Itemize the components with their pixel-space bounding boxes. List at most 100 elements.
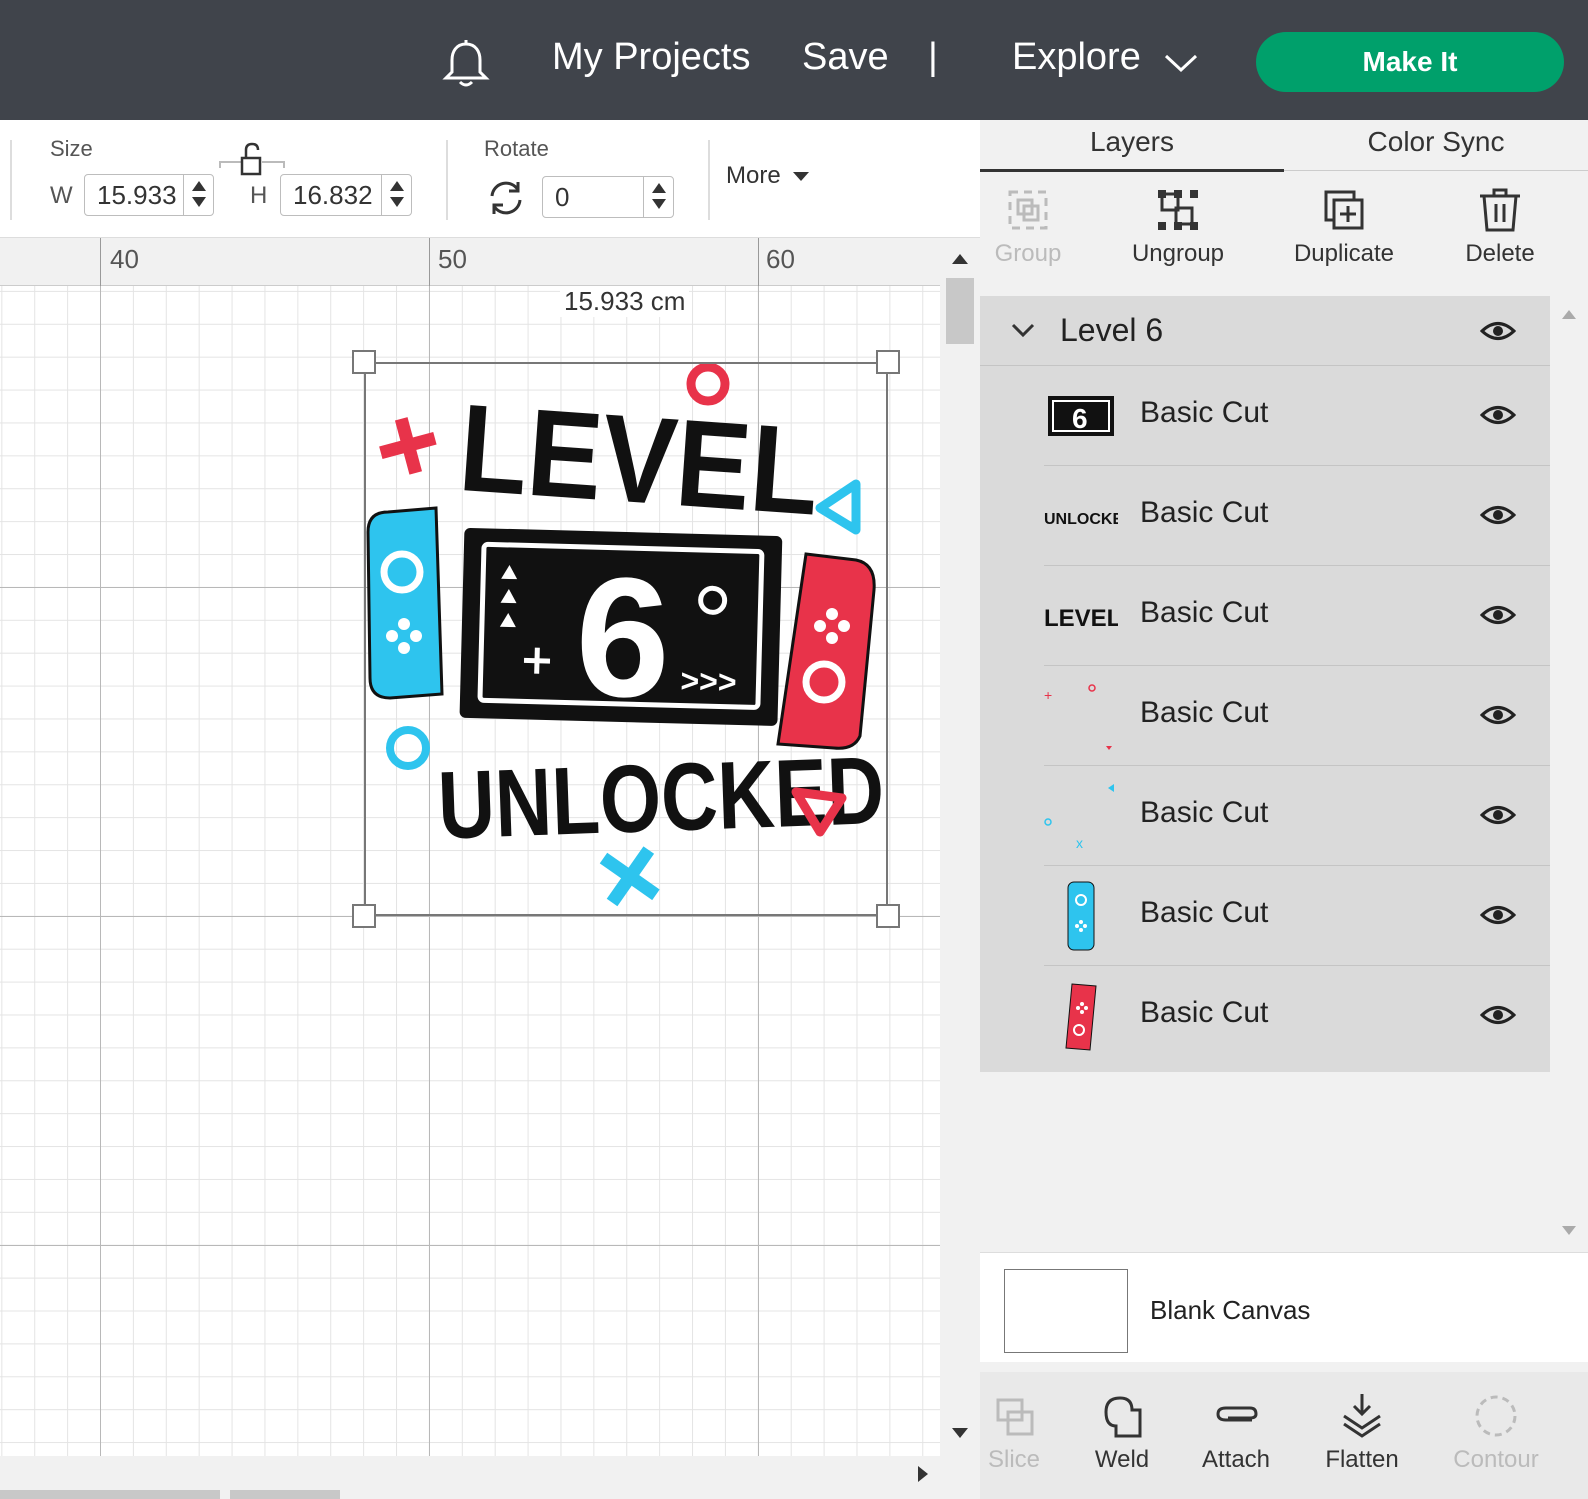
layer-row[interactable]: 6 Basic Cut — [1044, 366, 1550, 466]
weld-button[interactable]: Weld — [1062, 1392, 1182, 1474]
layer-row[interactable]: UNLOCKED Basic Cut — [1044, 466, 1550, 566]
layer-row[interactable]: + Basic Cut — [1044, 666, 1550, 766]
eye-icon[interactable] — [1480, 704, 1516, 726]
eye-icon[interactable] — [1480, 1004, 1516, 1026]
duplicate-icon — [1324, 190, 1364, 230]
ungroup-label: Ungroup — [1131, 240, 1225, 267]
attach-label: Attach — [1201, 1446, 1271, 1473]
tab-layers[interactable]: Layers — [980, 126, 1284, 158]
duplicate-button[interactable]: Duplicate — [1274, 186, 1414, 268]
ruler-number: 60 — [766, 244, 795, 274]
more-label: More — [726, 162, 781, 189]
layer-group-row[interactable]: Level 6 — [980, 296, 1550, 366]
resize-handle[interactable] — [352, 350, 376, 374]
weld-icon — [1104, 1396, 1142, 1438]
ungroup-button[interactable]: Ungroup — [1108, 186, 1248, 268]
eye-icon[interactable] — [1480, 804, 1516, 826]
layer-thumbnail: + — [1044, 684, 1112, 750]
eye-icon[interactable] — [1480, 904, 1516, 926]
scroll-down-icon[interactable] — [1562, 1226, 1576, 1235]
flatten-label: Flatten — [1325, 1446, 1399, 1473]
layer-thumbnail: x — [1044, 784, 1114, 851]
divider — [446, 140, 448, 220]
more-menu[interactable]: More — [726, 162, 810, 190]
contour-button[interactable]: Contour — [1436, 1392, 1556, 1474]
layer-row[interactable]: Basic Cut — [1044, 966, 1550, 1066]
layer-name: Basic Cut — [1140, 896, 1269, 929]
explore-menu[interactable]: Explore — [1012, 36, 1141, 79]
unlock-icon[interactable] — [218, 142, 286, 176]
flatten-button[interactable]: Flatten — [1302, 1392, 1422, 1474]
rotate-field[interactable]: 0 — [542, 176, 674, 218]
height-field[interactable]: 16.832 — [280, 174, 412, 216]
resize-handle[interactable] — [352, 904, 376, 928]
layer-tools: Group Ungroup Duplicate Delete — [980, 172, 1588, 294]
contour-icon — [1475, 1395, 1517, 1437]
save-link[interactable]: Save — [802, 36, 889, 79]
weld-label: Weld — [1094, 1446, 1150, 1473]
divider — [10, 140, 12, 220]
svg-text:UNLOCKED: UNLOCKED — [1044, 511, 1118, 528]
layer-name: Basic Cut — [1140, 496, 1269, 529]
rotate-icon[interactable] — [486, 178, 526, 218]
height-value: 16.832 — [293, 180, 373, 210]
resize-handle[interactable] — [876, 350, 900, 374]
scroll-up-icon[interactable] — [1562, 310, 1576, 319]
attach-button[interactable]: Attach — [1176, 1392, 1296, 1474]
layer-name: Basic Cut — [1140, 996, 1269, 1029]
layers-scrollbar[interactable] — [1550, 296, 1588, 1252]
canvas-swatch[interactable] — [1004, 1269, 1128, 1353]
slice-label: Slice — [987, 1446, 1041, 1473]
layer-name: Basic Cut — [1140, 696, 1269, 729]
ruler-number: 40 — [110, 244, 139, 274]
canvas-label: Blank Canvas — [1150, 1295, 1311, 1325]
caret-down-icon — [793, 172, 810, 182]
scroll-thumb[interactable] — [946, 278, 974, 344]
layer-thumbnail: 6 — [1048, 396, 1114, 436]
scroll-thumb[interactable] — [0, 1490, 220, 1499]
rotate-label: Rotate — [484, 136, 549, 161]
my-projects-link[interactable]: My Projects — [552, 36, 750, 79]
width-label: W — [50, 182, 73, 209]
layer-row[interactable]: LEVEL Basic Cut — [1044, 566, 1550, 666]
make-it-button[interactable]: Make It — [1256, 32, 1564, 92]
resize-handle[interactable] — [876, 904, 900, 928]
top-bar: My Projects Save | Explore Make It — [0, 0, 1588, 120]
scroll-right-icon[interactable] — [918, 1466, 928, 1482]
ruler-number: 50 — [438, 244, 467, 274]
layers-list: Level 6 6 Basic Cut UNLOCKED Basic Cut L… — [980, 296, 1550, 1072]
width-value: 15.933 — [97, 180, 177, 210]
width-field[interactable]: 15.933 — [84, 174, 214, 216]
chevron-down-icon[interactable] — [1010, 320, 1036, 340]
bottom-tools: Slice Weld Attach Flatten Contour — [980, 1372, 1588, 1499]
svg-text:6: 6 — [1072, 403, 1088, 434]
bell-icon[interactable] — [440, 38, 492, 90]
rotate-stepper[interactable] — [643, 177, 673, 217]
group-button[interactable]: Group — [958, 186, 1098, 268]
vertical-scrollbar[interactable] — [940, 238, 980, 1456]
horizontal-scrollbar[interactable] — [0, 1456, 980, 1499]
chevron-down-icon[interactable] — [1162, 48, 1200, 78]
svg-text:+: + — [1044, 687, 1052, 703]
svg-text:LEVEL: LEVEL — [1044, 605, 1118, 632]
height-stepper[interactable] — [381, 175, 411, 215]
tab-color-sync[interactable]: Color Sync — [1284, 126, 1588, 158]
blank-canvas-row[interactable]: Blank Canvas — [980, 1252, 1588, 1362]
width-stepper[interactable] — [183, 175, 213, 215]
trash-icon — [1480, 188, 1520, 232]
duplicate-label: Duplicate — [1293, 240, 1395, 267]
layer-row[interactable]: x Basic Cut — [1044, 766, 1550, 866]
scroll-thumb[interactable] — [230, 1490, 340, 1499]
layer-name: Basic Cut — [1140, 796, 1269, 829]
eye-icon[interactable] — [1480, 404, 1516, 426]
slice-button[interactable]: Slice — [954, 1392, 1074, 1474]
eye-icon[interactable] — [1480, 504, 1516, 526]
edit-toolbar: Size W 15.933 H 16.832 Rotate 0 More — [0, 120, 980, 238]
width-readout: 15.933 cm — [560, 286, 690, 317]
eye-icon[interactable] — [1480, 320, 1516, 342]
layer-row[interactable]: Basic Cut — [1044, 866, 1550, 966]
contour-label: Contour — [1453, 1446, 1539, 1473]
group-icon — [1008, 190, 1048, 230]
eye-icon[interactable] — [1480, 604, 1516, 626]
delete-button[interactable]: Delete — [1430, 186, 1570, 268]
